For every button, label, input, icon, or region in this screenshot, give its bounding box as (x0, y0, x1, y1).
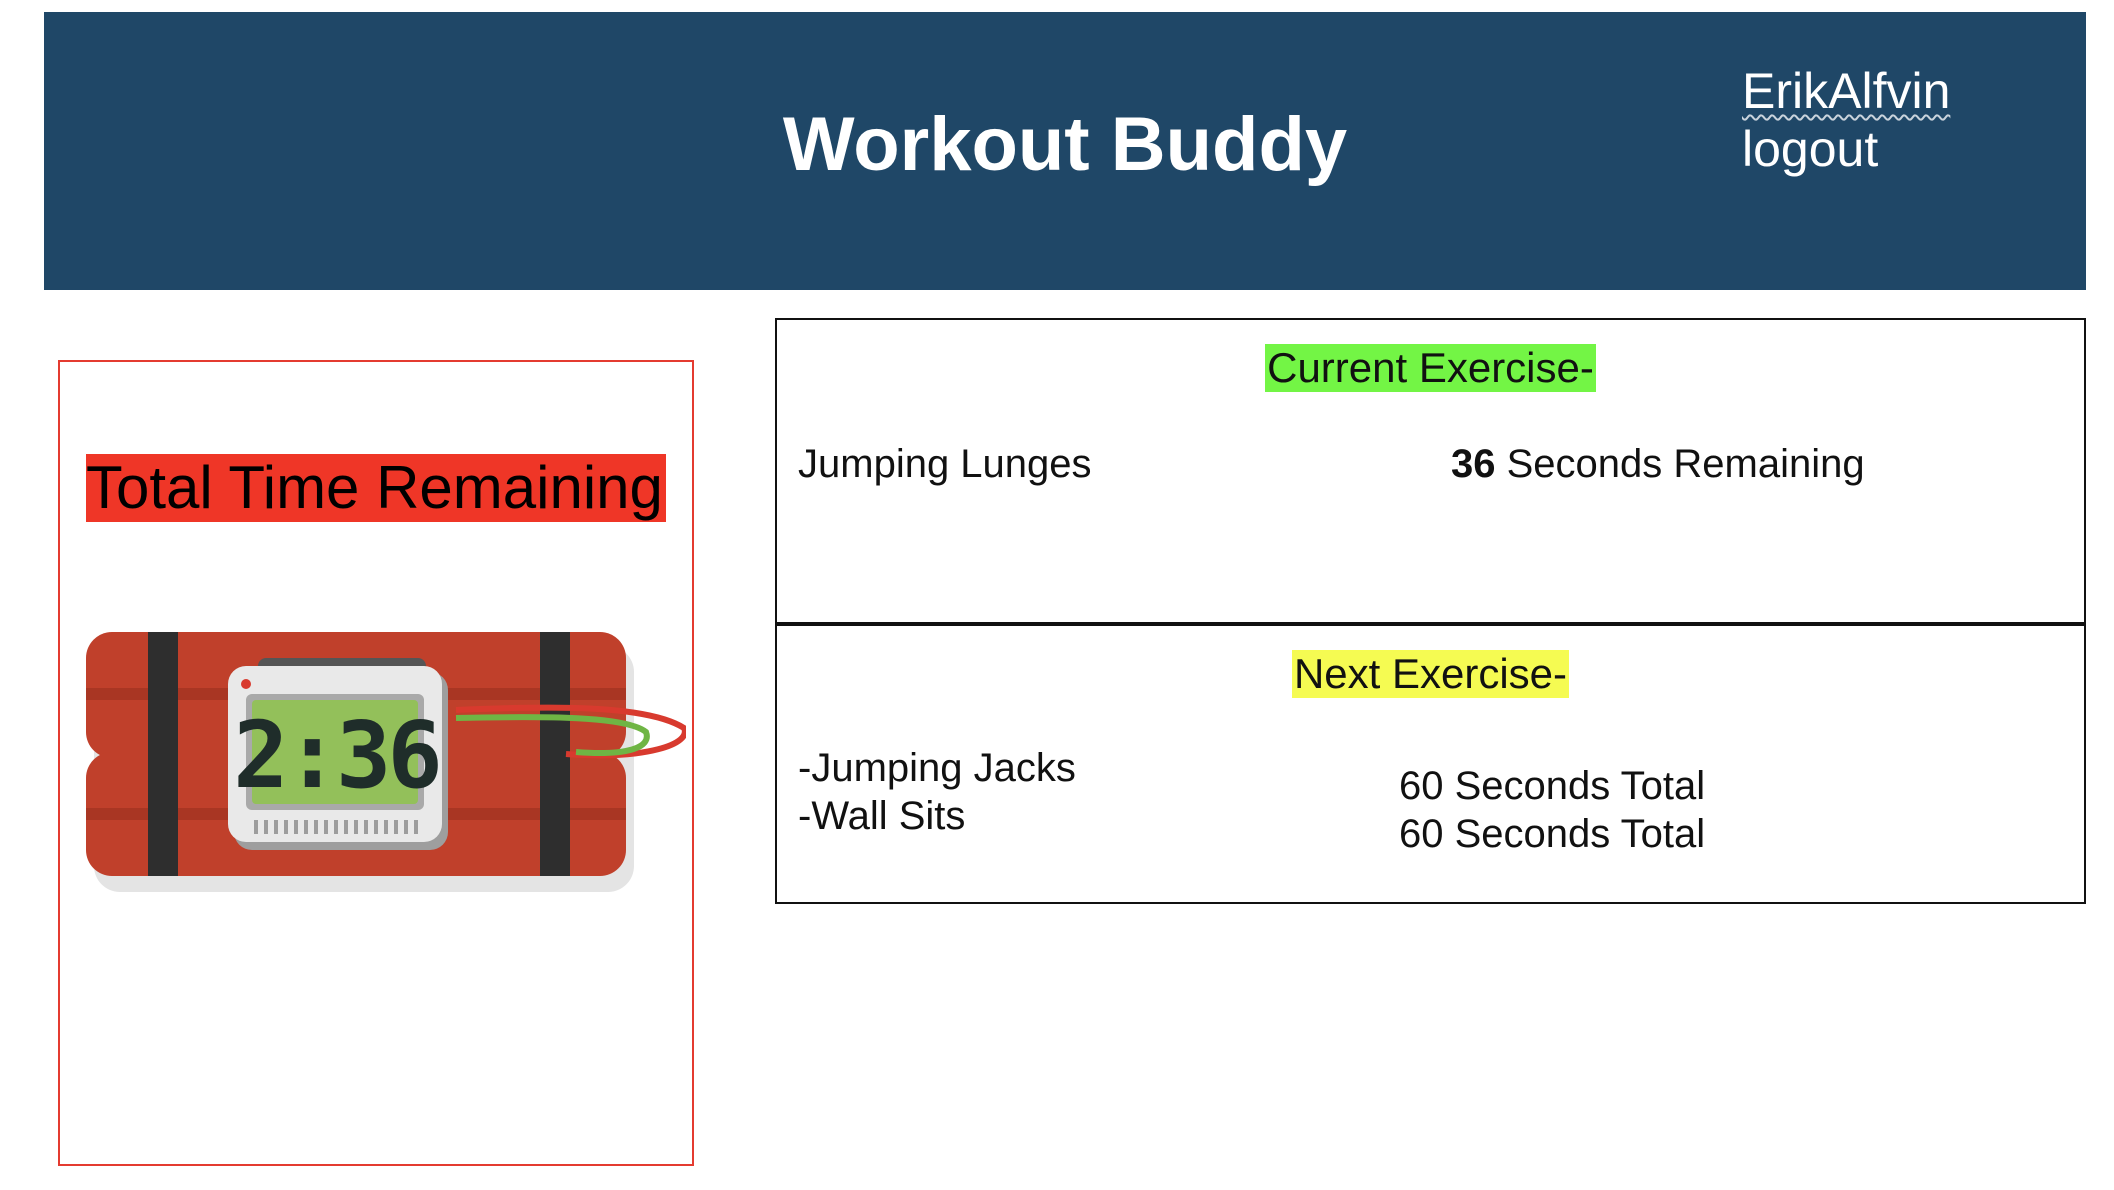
next-exercise-durations: 60 Seconds Total 60 Seconds Total (1399, 762, 1705, 858)
total-time-label: Total Time Remaining: (86, 454, 666, 522)
bomb-timer-display: 2:36 (233, 702, 439, 809)
username-link[interactable]: ErikAlfvin (1742, 62, 1950, 120)
current-exercise-panel: Current Exercise- Jumping Lunges 36 Seco… (775, 318, 2086, 624)
current-exercise-heading: Current Exercise- (1265, 344, 1596, 392)
next-exercise-panel: Next Exercise- -Jumping Jacks -Wall Sits… (775, 624, 2086, 904)
next-exercise-item-duration: 60 Seconds Total (1399, 764, 1706, 808)
logout-link[interactable]: logout (1742, 120, 1950, 178)
current-exercise-name: Jumping Lunges (798, 442, 1092, 486)
next-exercise-heading: Next Exercise- (1291, 650, 1570, 698)
next-exercise-item-name: -Jumping Jacks (798, 746, 1076, 790)
dynamite-bomb-timer-icon: 2:36 (86, 632, 686, 892)
total-time-panel: Total Time Remaining: 2:36 (58, 360, 694, 1166)
next-exercise-item-name: -Wall Sits (798, 794, 966, 838)
user-menu: ErikAlfvin logout (1742, 62, 1950, 178)
next-exercise-list: -Jumping Jacks -Wall Sits (798, 744, 1076, 840)
next-exercise-item-duration: 60 Seconds Total (1399, 812, 1706, 856)
seconds-remaining-label: Seconds Remaining (1495, 442, 1865, 486)
current-exercise-remaining: 36 Seconds Remaining (1451, 440, 1865, 488)
seconds-remaining-value: 36 (1451, 442, 1496, 486)
app-header: Workout Buddy ErikAlfvin logout (44, 12, 2086, 290)
